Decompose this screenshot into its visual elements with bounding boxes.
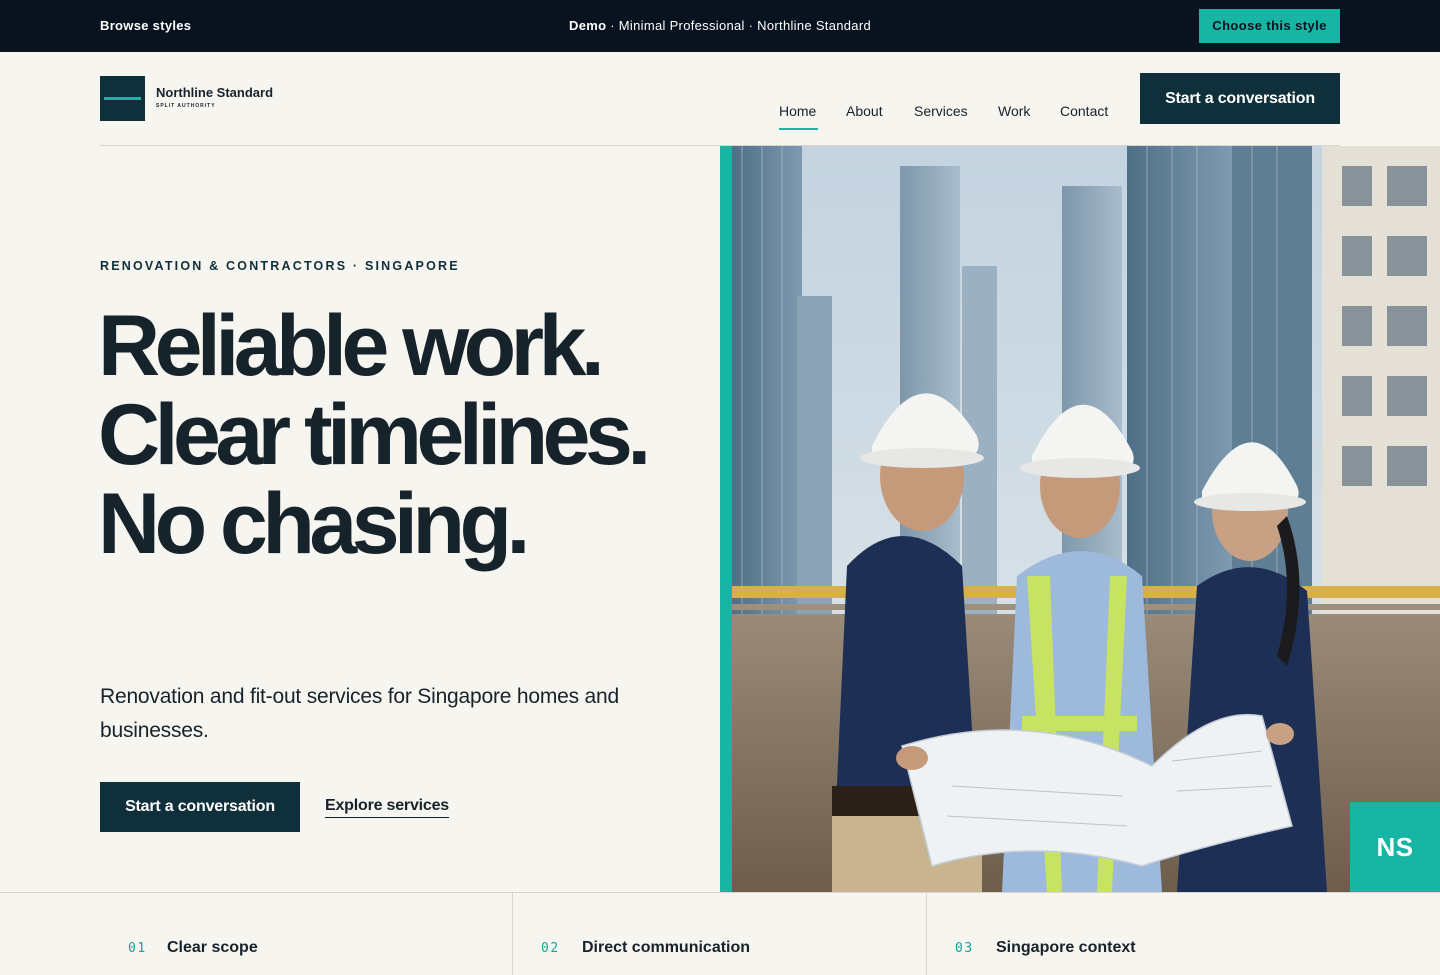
nav-about[interactable]: About xyxy=(846,103,883,119)
feature-number: 02 xyxy=(541,941,560,956)
header-start-conversation-button[interactable]: Start a conversation xyxy=(1140,73,1340,124)
feature-label: Direct communication xyxy=(582,939,751,956)
nav-home[interactable]: Home xyxy=(779,103,816,119)
hero-accent-bar xyxy=(720,146,732,892)
logo-line xyxy=(104,97,141,100)
demo-style-name: · Minimal Professional · Northline Stand… xyxy=(606,18,871,33)
feature-number: 01 xyxy=(128,941,147,956)
nav-work[interactable]: Work xyxy=(998,103,1030,119)
hero-headline: Reliable work. Clear timelines. No chasi… xyxy=(98,298,651,572)
brand-tagline: SPLIT AUTHORITY xyxy=(156,103,216,109)
hero-start-conversation-button[interactable]: Start a conversation xyxy=(100,782,300,832)
feature-label: Singapore context xyxy=(996,939,1136,956)
brand-name[interactable]: Northline Standard xyxy=(156,85,273,100)
hero-eyebrow: RENOVATION & CONTRACTORS · SINGAPORE xyxy=(100,259,460,273)
logo-mark[interactable] xyxy=(100,76,145,121)
feature-number: 03 xyxy=(955,941,974,956)
choose-style-button[interactable]: Choose this style xyxy=(1199,9,1340,43)
hero-photo xyxy=(732,146,1440,892)
demo-label: Demo xyxy=(569,18,607,33)
feature-direct-communication: 02 Direct communication xyxy=(513,893,926,975)
nav-active-indicator xyxy=(779,128,818,130)
hero-photo-illustration xyxy=(732,146,1440,892)
nav-services[interactable]: Services xyxy=(914,103,968,119)
feature-clear-scope: 01 Clear scope xyxy=(0,893,512,975)
feature-singapore-context: 03 Singapore context xyxy=(927,893,1440,975)
demo-bar: Browse styles Demo · Minimal Professiona… xyxy=(0,0,1440,52)
ns-badge: NS xyxy=(1350,802,1440,892)
hero-subcopy: Renovation and fit-out services for Sing… xyxy=(100,685,619,742)
feature-label: Clear scope xyxy=(167,939,258,956)
nav-contact[interactable]: Contact xyxy=(1060,103,1108,119)
explore-services-link[interactable]: Explore services xyxy=(325,797,449,818)
